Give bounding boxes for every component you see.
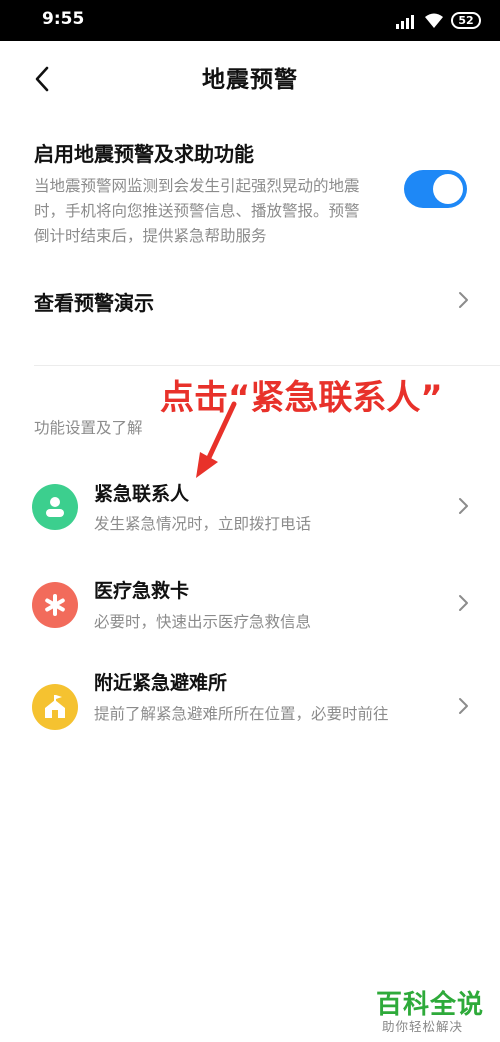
earthquake-warning-toggle[interactable] xyxy=(404,170,467,208)
battery-icon: 52 xyxy=(451,12,481,29)
feature-title: 启用地震预警及求助功能 xyxy=(34,142,254,166)
view-demo-row[interactable]: 查看预警演示 xyxy=(0,270,500,330)
chevron-right-icon xyxy=(459,292,468,308)
page-title: 地震预警 xyxy=(202,67,298,93)
signal-icon xyxy=(396,15,414,29)
item-title: 医疗急救卡 xyxy=(94,580,190,602)
status-time: 9:55 xyxy=(42,9,85,29)
item-title: 附近紧急避难所 xyxy=(94,672,228,694)
list-item-emergency-shelter[interactable]: 附近紧急避难所 提前了解紧急避难所所在位置，必要时前往 xyxy=(0,668,500,758)
asterisk-icon xyxy=(32,582,78,628)
item-subtitle: 必要时，快速出示医疗急救信息 xyxy=(94,613,312,631)
list-item-medical-card[interactable]: 医疗急救卡 必要时，快速出示医疗急救信息 xyxy=(0,576,500,646)
person-icon xyxy=(32,484,78,530)
toggle-knob xyxy=(433,174,463,204)
chevron-right-icon xyxy=(459,698,468,714)
list-item-emergency-contacts[interactable]: 紧急联系人 发生紧急情况时，立即拨打电话 xyxy=(0,470,500,540)
view-demo-label: 查看预警演示 xyxy=(34,291,154,315)
feature-description: 当地震预警网监测到会发生引起强烈晃动的地震时，手机将向您推送预警信息、播放警报。… xyxy=(34,177,360,245)
item-subtitle: 提前了解紧急避难所所在位置，必要时前往 xyxy=(94,705,389,723)
chevron-right-icon xyxy=(459,595,468,611)
section-label: 功能设置及了解 xyxy=(34,419,143,437)
divider xyxy=(34,365,500,366)
chevron-right-icon xyxy=(459,498,468,514)
status-bar: 9:55 52 xyxy=(0,0,500,41)
watermark-tagline: 助你轻松解决 xyxy=(382,1019,464,1034)
item-title: 紧急联系人 xyxy=(94,483,190,505)
wifi-icon xyxy=(425,13,443,28)
item-subtitle: 发生紧急情况时，立即拨打电话 xyxy=(94,515,312,533)
shelter-icon xyxy=(32,684,78,730)
